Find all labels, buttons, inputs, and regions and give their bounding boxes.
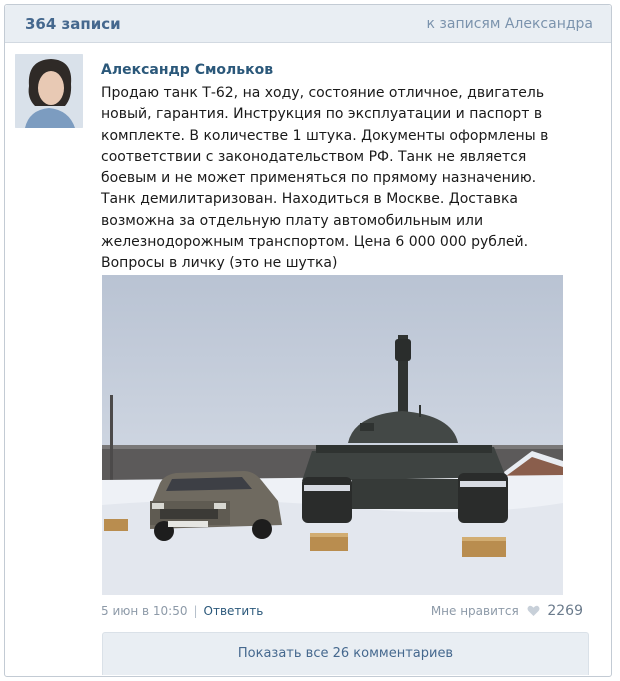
- like-label: Мне нравится: [430, 604, 519, 618]
- avatar[interactable]: [15, 54, 83, 128]
- back-to-posts-link[interactable]: к записям Александра: [427, 16, 593, 32]
- like-button[interactable]: Мне нравится 2269: [431, 603, 583, 620]
- post-text-line: Продаю танк Т-62, на ходу, состояние отл…: [101, 85, 545, 101]
- avatar-image: [15, 54, 83, 128]
- heart-icon: [527, 605, 540, 620]
- post-text-line: комплекте. В количестве 1 штука. Докумен…: [101, 127, 549, 144]
- post-text-line: возможна за отдельную плату автомобильны…: [101, 212, 484, 229]
- post-photo[interactable]: [102, 275, 563, 595]
- post-author[interactable]: Александр Смольков: [101, 62, 273, 78]
- show-all-comments-button[interactable]: Показать все 26 комментариев: [102, 632, 589, 675]
- post-text-line: железнодорожным транспортом. Цена 6 000 …: [101, 234, 529, 251]
- post-text-line: боевым и не может применяться по прямому…: [101, 170, 537, 187]
- post-header-bar: 364 записи к записям Александра: [5, 5, 611, 43]
- post-text: Продаю танк Т-62, на ходу, состояние отл…: [101, 83, 571, 275]
- post-text-line: Вопросы в личку (это не шутка): [101, 255, 338, 272]
- post-text-line: соответствии с законодательством РФ. Тан…: [101, 148, 527, 165]
- like-count: 2269: [547, 603, 583, 619]
- post-meta: 5 июн в 10:50 | Ответить: [101, 604, 263, 618]
- meta-separator: |: [193, 604, 198, 618]
- post-text-line: новый, гарантия. Инструкция по эксплуата…: [101, 106, 543, 123]
- tank-photo-image: [102, 275, 563, 595]
- post-date[interactable]: 5 июн в 10:50: [101, 604, 187, 618]
- reply-button[interactable]: Ответить: [204, 604, 264, 618]
- post-count: 364 записи: [25, 15, 121, 33]
- post-text-line: Танк демилитаризован. Находиться в Москв…: [101, 191, 518, 208]
